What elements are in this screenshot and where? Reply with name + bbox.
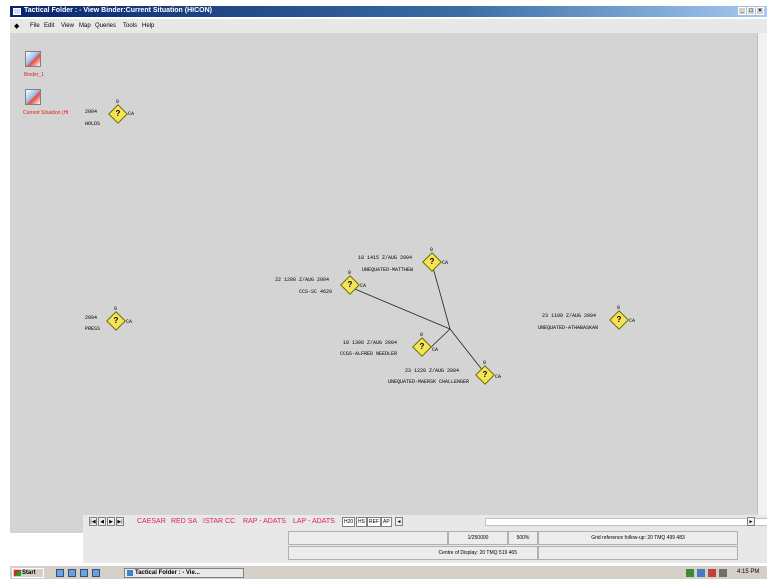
quicklaunch-explorer-icon[interactable] bbox=[80, 569, 88, 577]
menu-help[interactable]: Help bbox=[142, 23, 154, 29]
menu-bar: ◆ File Edit View Map Queries Tools Help bbox=[10, 19, 767, 33]
window-title: Tactical Folder : - View Binder:Current … bbox=[24, 7, 212, 14]
tab-caesar[interactable]: CAESAR bbox=[137, 518, 166, 525]
current-situation-icon[interactable] bbox=[25, 89, 41, 105]
binder-icon[interactable] bbox=[25, 51, 41, 67]
binder-panel: Binder_1 Current Situation (HI bbox=[10, 33, 83, 533]
menu-map[interactable]: Map bbox=[79, 23, 91, 29]
link-line-mathew bbox=[431, 263, 451, 330]
app-window: Tactical Folder : - View Binder:Current … bbox=[0, 0, 767, 579]
tray-volume-icon[interactable] bbox=[719, 569, 727, 577]
unit-dtg-mathew: 18 1415 Z/AUG 2004 bbox=[358, 255, 413, 261]
close-button[interactable]: × bbox=[756, 7, 764, 15]
menu-tools[interactable]: Tools bbox=[123, 23, 137, 29]
taskbar-item-label: Tactical Folder : - Vie... bbox=[135, 570, 200, 576]
start-label: Start bbox=[22, 570, 36, 576]
tab-red-sa[interactable]: RED SA bbox=[171, 518, 197, 525]
menu-view[interactable]: View bbox=[61, 23, 74, 29]
status-empty-cell-2 bbox=[538, 546, 738, 560]
taskbar-item-tactical-folder[interactable]: Tactical Folder : - Vie... bbox=[124, 568, 244, 578]
unit-name-left-mid: PRESS bbox=[85, 326, 101, 332]
tab-istar-cc[interactable]: ISTAR CC bbox=[203, 518, 235, 525]
unit-name-ccs: CCS-SC 4620 bbox=[299, 289, 333, 295]
status-scale: 1/250000 bbox=[448, 531, 508, 545]
map-vertical-scrollbar[interactable] bbox=[757, 33, 767, 515]
map-horizontal-scrollbar[interactable] bbox=[485, 518, 767, 526]
tray-app-icon[interactable] bbox=[697, 569, 705, 577]
tab-scroll-left-button[interactable]: ◄ bbox=[395, 517, 403, 526]
tab-last-button[interactable]: ▶| bbox=[116, 517, 124, 526]
status-grid-reference: Grid reference follow-up: 20 TMQ 499 483 bbox=[538, 531, 738, 545]
unit-name-mathew: UNEQUATED-MATTHEW bbox=[362, 267, 414, 273]
tray-alert-icon[interactable] bbox=[708, 569, 716, 577]
unit-connection-lines bbox=[349, 263, 488, 377]
app-icon bbox=[13, 8, 21, 15]
tab-hs[interactable]: HS bbox=[356, 517, 367, 527]
taskbar-clock: 4:15 PM bbox=[737, 569, 760, 575]
title-bar: Tactical Folder : - View Binder:Current … bbox=[10, 6, 767, 17]
binder-label-current-situation[interactable]: Current Situation (HI bbox=[23, 110, 69, 116]
status-centre-of-display: Centre of Display: 20 TMQ 519 465 bbox=[288, 546, 538, 560]
unit-dtg-athabaskan: 23 1100 Z/AUG 2004 bbox=[542, 313, 597, 319]
menu-file[interactable]: File bbox=[30, 23, 40, 29]
status-zoom: 500% bbox=[508, 531, 538, 545]
maximize-button[interactable]: □ bbox=[747, 7, 755, 15]
unit-name-athabaskan: UNEQUATED-ATHABASKAN bbox=[538, 325, 599, 331]
back-arrow-icon[interactable]: ◆ bbox=[14, 22, 19, 30]
hscroll-right-button[interactable]: ► bbox=[747, 517, 755, 526]
unit-dtg-ccs: 22 1200 Z/AUG 2004 bbox=[275, 277, 330, 283]
tab-ref[interactable]: REF bbox=[367, 517, 381, 527]
tray-network-icon[interactable] bbox=[686, 569, 694, 577]
taskbar: Start Tactical Folder : - Vie... 4:15 PM bbox=[10, 565, 767, 579]
tactical-folder-icon bbox=[127, 570, 133, 576]
start-button[interactable]: Start bbox=[12, 568, 44, 578]
tab-next-button[interactable]: ▶ bbox=[107, 517, 115, 526]
map-view[interactable]: ? CA 0 2004 HOLDS ? CA 0 18 1415 Z/AUG 2… bbox=[83, 33, 757, 515]
tab-h20[interactable]: H20 bbox=[342, 517, 356, 527]
windows-logo-icon bbox=[14, 570, 21, 576]
unit-dtg-alfred-needler: 18 1300 Z/AUG 2004 bbox=[343, 340, 398, 346]
binder-tab-strip: |◀ ◀ ▶ ▶| CAESAR RED SA ISTAR CC RAP - A… bbox=[83, 515, 767, 529]
link-line-ccs bbox=[349, 286, 451, 330]
tab-rap-adats[interactable]: RAP - ADATS bbox=[243, 518, 286, 525]
unit-name-top-left: HOLDS bbox=[85, 121, 101, 127]
quicklaunch-desktop-icon[interactable] bbox=[56, 569, 64, 577]
unit-dtg-left-mid: 2004 bbox=[85, 315, 98, 321]
binder-label-binder-1[interactable]: Binder_1 bbox=[24, 72, 44, 78]
unit-dtg-top-left: 2004 bbox=[85, 109, 98, 115]
tab-lap-adats[interactable]: LAP - ADATS bbox=[293, 518, 335, 525]
menu-queries[interactable]: Queries bbox=[95, 23, 116, 29]
tab-first-button[interactable]: |◀ bbox=[89, 517, 97, 526]
unit-name-maersk-challenger: UNEQUATED-MAERSK CHALLENGER bbox=[388, 379, 470, 385]
tab-prev-button[interactable]: ◀ bbox=[98, 517, 106, 526]
quicklaunch-browser-icon[interactable] bbox=[68, 569, 76, 577]
status-bar: 1/250000 500% Grid reference follow-up: … bbox=[83, 529, 767, 563]
unit-dtg-maersk-challenger: 23 1220 Z/AUG 2004 bbox=[405, 368, 460, 374]
status-empty-cell bbox=[288, 531, 448, 545]
unit-name-alfred-needler: CCGS-ALFRED NEEDLER bbox=[340, 351, 398, 357]
minimize-button[interactable]: _ bbox=[738, 7, 746, 15]
tab-ap[interactable]: AP bbox=[381, 517, 392, 527]
menu-edit[interactable]: Edit bbox=[44, 23, 54, 29]
quicklaunch-app-icon[interactable] bbox=[92, 569, 100, 577]
